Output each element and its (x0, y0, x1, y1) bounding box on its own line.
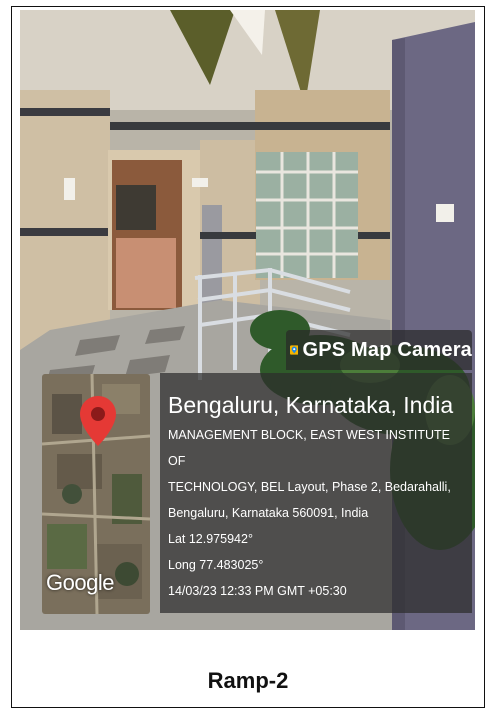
google-logo: Google (46, 570, 114, 595)
latitude: Lat 12.975942° (168, 532, 253, 546)
app-name: GPS Map Camera (302, 338, 472, 361)
gps-map-camera-badge: GPS Map Camera (286, 330, 472, 370)
address: MANAGEMENT BLOCK, EAST WEST INSTITUTE OF… (168, 422, 464, 526)
figure-caption: Ramp-2 (207, 668, 289, 693)
longitude: Long 77.483025° (168, 558, 264, 572)
address-line: TECHNOLOGY, BEL Layout, Phase 2, Bedarah… (168, 480, 451, 494)
address-line: MANAGEMENT BLOCK, EAST WEST INSTITUTE OF (168, 428, 450, 468)
address-line: Bengaluru, Karnataka 560091, India (168, 506, 369, 520)
timestamp: 14/03/23 12:33 PM GMT +05:30 (168, 584, 347, 598)
city-name: Bengaluru, Karnataka, India (168, 392, 454, 418)
location-pin-icon (80, 396, 116, 446)
map-pin-icon (290, 345, 299, 355)
location-info-panel: Bengaluru, Karnataka, India MANAGEMENT B… (160, 373, 472, 613)
map-thumbnail: Google (42, 374, 150, 614)
